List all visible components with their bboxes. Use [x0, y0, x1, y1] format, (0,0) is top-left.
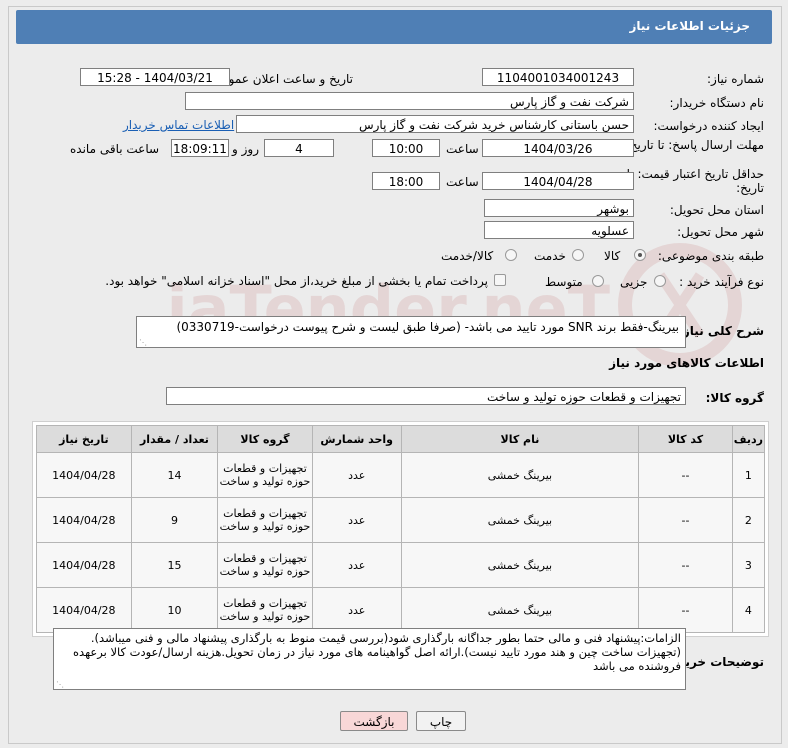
days-field: 4	[264, 139, 334, 157]
buyer-org-field: شرکت نفت و گاز پارس	[185, 92, 634, 110]
goods-group-field: تجهیزات و قطعات حوزه تولید و ساخت	[166, 387, 686, 405]
cell-row: 2	[731, 497, 766, 543]
description-box: بیرینگ-فقط برند SNR مورد تایید می باشد- …	[136, 316, 686, 348]
cell-code: --	[638, 587, 733, 633]
days-label: روز و	[232, 142, 259, 156]
cell-group: تجهیزات و قطعات حوزه تولید و ساخت	[217, 452, 313, 498]
deadline-date-field: 1404/03/26	[482, 139, 634, 157]
page-title: جزئیات اطلاعات نیاز	[629, 19, 750, 33]
cell-code: --	[638, 497, 733, 543]
process-radio-minor[interactable]	[654, 275, 666, 287]
city-label: شهر محل تحویل:	[677, 225, 764, 239]
province-field: بوشهر	[484, 199, 634, 217]
cell-group: تجهیزات و قطعات حوزه تولید و ساخت	[217, 542, 313, 588]
category-option-service: خدمت	[534, 249, 566, 263]
process-option-minor: جزیی	[620, 275, 648, 289]
need-number-field: 1104001034001243	[482, 68, 634, 86]
deadline-time-label: ساعت	[446, 142, 479, 156]
cell-date: 1404/04/28	[36, 452, 132, 498]
goods-section-title: اطلاعات کالاهای مورد نیاز	[609, 356, 764, 370]
cell-date: 1404/04/28	[36, 587, 132, 633]
cell-qty: 10	[130, 587, 219, 633]
city-field: عسلویه	[484, 221, 634, 239]
cell-row: 1	[731, 452, 766, 498]
validity-time-field: 18:00	[372, 172, 440, 190]
process-radio-medium[interactable]	[592, 275, 604, 287]
validity-date-field: 1404/04/28	[482, 172, 634, 190]
notes-box: الزامات:پیشنهاد فنی و مالی حتما بطور جدا…	[53, 628, 686, 690]
col-row: ردیف	[731, 425, 766, 453]
notes-text: الزامات:پیشنهاد فنی و مالی حتما بطور جدا…	[73, 631, 681, 673]
cell-code: --	[638, 542, 733, 588]
goods-group-label: گروه کالا:	[705, 391, 764, 405]
validity-label: حداقل تاریخ اعتبار قیمت: تا تاریخ:	[626, 167, 764, 195]
back-button[interactable]: بازگشت	[340, 711, 408, 731]
print-button[interactable]: چاپ	[416, 711, 466, 731]
col-name: نام کالا	[400, 425, 640, 453]
creator-field: حسن باستانی کارشناس خرید شرکت نفت و گاز …	[236, 115, 634, 133]
col-date: تاریخ نیاز	[36, 425, 132, 453]
creator-label: ایجاد کننده درخواست:	[653, 119, 764, 133]
goods-table-wrapper: ردیف کد کالا نام کالا واحد شمارش گروه کا…	[32, 421, 769, 637]
cell-row: 4	[731, 587, 766, 633]
deadline-time-field: 10:00	[372, 139, 440, 157]
announce-date-field: 1404/03/21 - 15:28	[80, 68, 230, 86]
category-radio-goods[interactable]	[634, 249, 646, 261]
resize-grip-icon: ⋰	[56, 680, 64, 689]
buyer-org-label: نام دستگاه خریدار:	[669, 96, 765, 110]
description-label: شرح کلی نیاز:	[678, 324, 764, 338]
process-label: نوع فرآیند خرید :	[679, 275, 764, 289]
cell-unit: عدد	[311, 497, 402, 543]
table-row: 3 -- بیرینگ خمشی عدد تجهیزات و قطعات حوز…	[36, 542, 766, 588]
province-label: استان محل تحویل:	[669, 203, 764, 217]
cell-date: 1404/04/28	[36, 497, 132, 543]
cell-group: تجهیزات و قطعات حوزه تولید و ساخت	[217, 497, 313, 543]
cell-row: 3	[731, 542, 766, 588]
validity-time-label: ساعت	[446, 175, 479, 189]
col-group: گروه کالا	[217, 425, 313, 453]
col-unit: واحد شمارش	[311, 425, 402, 453]
need-number-label: شماره نیاز:	[707, 72, 764, 86]
process-option-medium: متوسط	[545, 275, 583, 289]
cell-unit: عدد	[311, 542, 402, 588]
cell-qty: 14	[130, 452, 219, 498]
payment-note: پرداخت تمام یا بخشی از مبلغ خرید،از محل …	[105, 274, 488, 288]
remaining-time-field: 18:09:11	[171, 139, 229, 157]
goods-table: ردیف کد کالا نام کالا واحد شمارش گروه کا…	[36, 425, 766, 633]
cell-qty: 15	[130, 542, 219, 588]
description-text: بیرینگ-فقط برند SNR مورد تایید می باشد- …	[176, 320, 679, 334]
cell-name: بیرینگ خمشی	[400, 497, 640, 543]
deadline-label: مهلت ارسال پاسخ: تا تاریخ:	[625, 138, 764, 152]
cell-unit: عدد	[311, 452, 402, 498]
category-label: طبقه بندی موضوعی:	[657, 249, 764, 263]
col-code: کد کالا	[638, 425, 733, 453]
category-radio-service[interactable]	[572, 249, 584, 261]
cell-group: تجهیزات و قطعات حوزه تولید و ساخت	[217, 587, 313, 633]
goods-table-header: ردیف کد کالا نام کالا واحد شمارش گروه کا…	[36, 425, 766, 453]
category-option-goods-service: کالا/خدمت	[441, 249, 494, 263]
cell-date: 1404/04/28	[36, 542, 132, 588]
resize-grip-icon: ⋰	[139, 338, 147, 347]
table-row: 2 -- بیرینگ خمشی عدد تجهیزات و قطعات حوز…	[36, 497, 766, 543]
treasury-checkbox[interactable]	[494, 274, 506, 286]
cell-code: --	[638, 452, 733, 498]
remaining-label: ساعت باقی مانده	[70, 142, 160, 156]
cell-name: بیرینگ خمشی	[400, 452, 640, 498]
category-option-goods: کالا	[604, 249, 621, 263]
table-row: 4 -- بیرینگ خمشی عدد تجهیزات و قطعات حوز…	[36, 587, 766, 633]
cell-qty: 9	[130, 497, 219, 543]
buyer-contact-link[interactable]: اطلاعات تماس خریدار	[123, 118, 234, 132]
category-radio-goods-service[interactable]	[505, 249, 517, 261]
col-qty: تعداد / مقدار	[130, 425, 219, 453]
page-header: جزئیات اطلاعات نیاز	[16, 10, 772, 44]
cell-name: بیرینگ خمشی	[400, 587, 640, 633]
cell-unit: عدد	[311, 587, 402, 633]
cell-name: بیرینگ خمشی	[400, 542, 640, 588]
table-row: 1 -- بیرینگ خمشی عدد تجهیزات و قطعات حوز…	[36, 452, 766, 498]
